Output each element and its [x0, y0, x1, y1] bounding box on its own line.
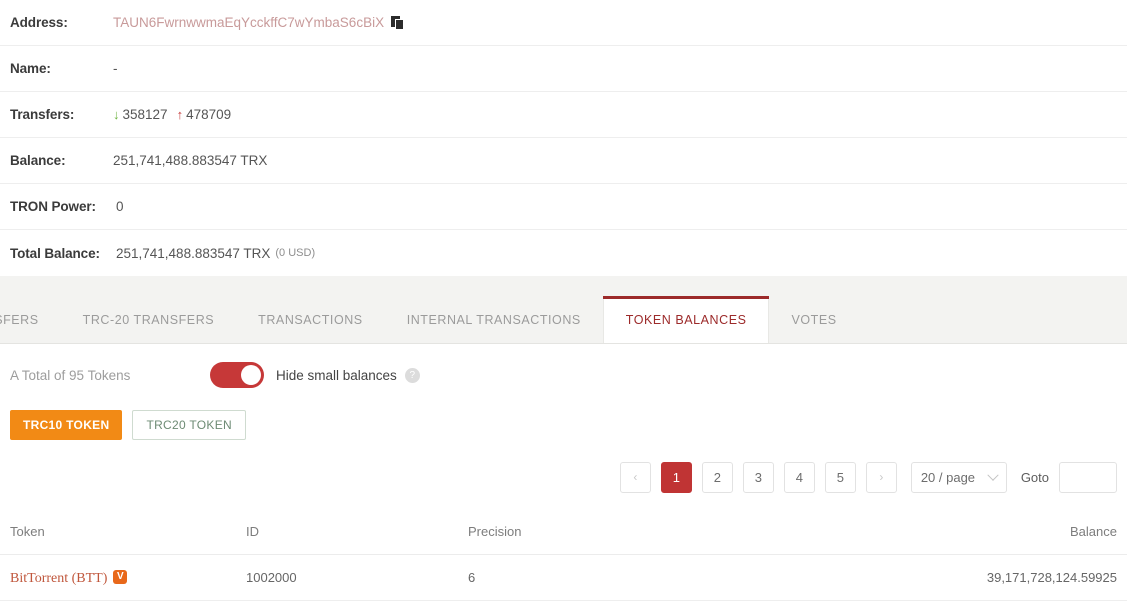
- tab-votes[interactable]: VOTES: [769, 296, 858, 343]
- column-header-precision: Precision: [468, 524, 522, 539]
- chevron-down-icon: [987, 469, 999, 481]
- cell-precision: 6: [468, 570, 476, 585]
- toggle-knob: [241, 365, 261, 385]
- column-header-token: Token: [10, 524, 45, 539]
- trc10-token-button[interactable]: TRC10 TOKEN: [10, 410, 123, 440]
- pagination-page-3[interactable]: 3: [742, 462, 774, 493]
- tab-label: TRANSFERS: [0, 312, 39, 327]
- table-row: BitTorrent (BTT) V 1002000 6 39,171,728,1…: [0, 555, 1127, 601]
- hide-small-balances-label: Hide small balances: [276, 367, 397, 383]
- token-balances-table: Token ID Precision Balance BitTorrent (B…: [0, 509, 1127, 601]
- tab-token-balances[interactable]: TOKEN BALANCES: [602, 296, 770, 343]
- info-label-balance: Balance:: [10, 153, 66, 168]
- page-size-select[interactable]: 20 / page: [910, 462, 1007, 493]
- transfers-out-count: 478709: [186, 107, 232, 122]
- tab-internal-transactions[interactable]: INTERNAL TRANSACTIONS: [385, 296, 603, 343]
- question-mark-icon[interactable]: ?: [404, 367, 420, 383]
- info-row-tron-power: TRON Power: 0: [0, 184, 1127, 230]
- info-row-name: Name: -: [0, 46, 1127, 92]
- balance-value: 251,741,488.883547 TRX: [113, 153, 268, 168]
- tab-label: TOKEN BALANCES: [625, 312, 747, 327]
- pagination-page-5[interactable]: 5: [824, 462, 856, 493]
- info-row-total-balance: Total Balance: 251,741,488.883547 TRX (0…: [0, 230, 1127, 276]
- pagination-prev-button[interactable]: ‹: [619, 462, 651, 493]
- goto-label: Goto: [1020, 470, 1049, 485]
- account-info-panel: Address: TAUN6FwrnwwmaEqYcckffC7wYmbaS6c…: [0, 0, 1127, 276]
- cell-token: BitTorrent (BTT) V: [10, 569, 246, 587]
- controls-row: A Total of 95 Tokens Hide small balances…: [10, 362, 1117, 388]
- info-row-address: Address: TAUN6FwrnwwmaEqYcckffC7wYmbaS6c…: [0, 0, 1127, 46]
- arrow-down-icon: ↓: [113, 107, 120, 122]
- tab-trc20-transfers[interactable]: TRC-20 TRANSFERS: [61, 296, 237, 343]
- tab-label: INTERNAL TRANSACTIONS: [406, 312, 581, 327]
- tab-bar: TRANSFERS TRC-20 TRANSFERS TRANSACTIONS …: [0, 296, 1127, 344]
- copy-icon[interactable]: [391, 15, 405, 30]
- tab-label: TRANSACTIONS: [258, 312, 363, 327]
- tab-transfers[interactable]: TRANSFERS: [0, 296, 61, 343]
- pagination-page-4[interactable]: 4: [783, 462, 815, 493]
- info-row-balance: Balance: 251,741,488.883547 TRX: [0, 138, 1127, 184]
- info-value-total-balance: 251,741,488.883547 TRX (0 USD): [116, 246, 315, 261]
- pagination-page-2[interactable]: 2: [701, 462, 733, 493]
- table-header-row: Token ID Precision Balance: [0, 509, 1127, 555]
- token-type-buttons: TRC10 TOKEN TRC20 TOKEN: [10, 410, 1117, 440]
- pagination: ‹ 1 2 3 4 5 › 20 / page Goto: [0, 440, 1127, 493]
- hide-small-balances-toggle[interactable]: [210, 362, 264, 388]
- address-link[interactable]: TAUN6FwrnwwmaEqYcckffC7wYmbaS6cBiX: [113, 15, 384, 30]
- info-label-tron-power: TRON Power:: [10, 199, 96, 214]
- info-label-name: Name:: [10, 61, 51, 76]
- info-value-name: -: [113, 61, 118, 76]
- cell-token-id: 1002000: [246, 570, 297, 585]
- tab-label: VOTES: [791, 312, 837, 327]
- trc20-token-button[interactable]: TRC20 TOKEN: [132, 410, 246, 440]
- total-tokens-label: A Total of 95 Tokens: [10, 367, 131, 383]
- tab-label: TRC-20 TRANSFERS: [82, 312, 215, 327]
- column-header-id: ID: [246, 524, 259, 539]
- pagination-page-1[interactable]: 1: [660, 462, 692, 493]
- tab-transactions[interactable]: TRANSACTIONS: [236, 296, 385, 343]
- info-value-transfers: ↓ 358127 ↑ 478709: [113, 107, 231, 122]
- panel-separator: [0, 276, 1127, 296]
- info-row-transfers: Transfers: ↓ 358127 ↑ 478709: [0, 92, 1127, 138]
- total-balance-usd: (0 USD): [275, 247, 316, 259]
- name-value: -: [113, 61, 118, 76]
- pagination-next-button[interactable]: ›: [865, 462, 897, 493]
- column-header-balance: Balance: [1070, 524, 1117, 539]
- info-label-address: Address:: [10, 15, 68, 30]
- transfers-in-count: 358127: [122, 107, 168, 122]
- tron-power-value: 0: [116, 199, 124, 214]
- arrow-up-icon: ↑: [176, 107, 184, 122]
- total-balance-value: 251,741,488.883547 TRX: [116, 245, 271, 261]
- token-name-link[interactable]: BitTorrent (BTT): [10, 571, 107, 586]
- page-size-value: 20 / page: [920, 470, 976, 485]
- goto-input[interactable]: [1059, 462, 1117, 493]
- token-controls: A Total of 95 Tokens Hide small balances…: [0, 344, 1127, 440]
- verified-badge-icon: V: [113, 570, 128, 585]
- cell-balance: 39,171,728,124.59925: [986, 570, 1117, 585]
- info-label-total-balance: Total Balance:: [10, 245, 100, 261]
- info-value-address: TAUN6FwrnwwmaEqYcckffC7wYmbaS6cBiX: [113, 15, 405, 30]
- info-label-transfers: Transfers:: [10, 107, 75, 122]
